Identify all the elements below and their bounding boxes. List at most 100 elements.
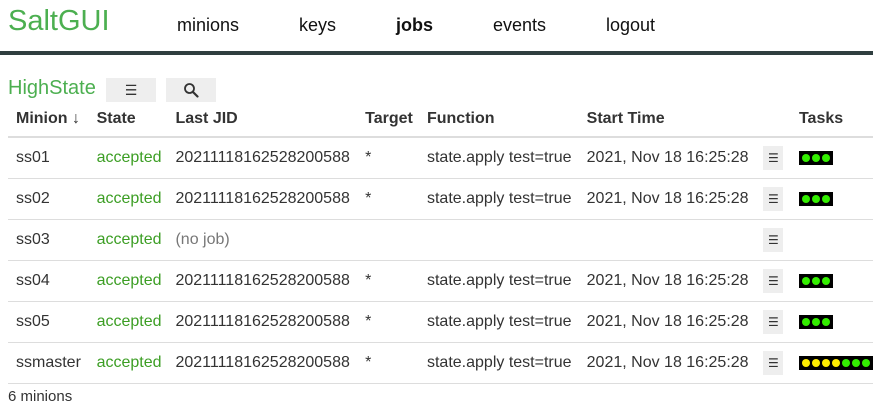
last-jid-cell: 20211118162528200588 <box>167 342 358 384</box>
last-jid-cell: 20211118162528200588 <box>167 260 358 302</box>
task-yellow-dot <box>831 359 840 367</box>
task-status-bar[interactable] <box>798 274 833 288</box>
minion-cell: ss04 <box>8 260 89 302</box>
state-cell: accepted <box>88 301 168 343</box>
task-green-dot <box>801 154 810 162</box>
task-green-dot <box>801 277 810 285</box>
state-cell: accepted <box>88 219 168 261</box>
function-cell: state.apply test=true <box>418 178 579 220</box>
col-tasks-header[interactable]: Tasks <box>790 102 873 138</box>
task-green-dot <box>821 318 830 326</box>
row-menu-button[interactable]: ☰ <box>763 269 784 293</box>
col-last-jid-header[interactable]: Last JID <box>167 102 358 138</box>
task-green-dot <box>811 195 820 203</box>
target-cell: * <box>357 178 419 220</box>
row-menu-cell: ☰ <box>755 301 791 343</box>
task-status-bar[interactable] <box>798 192 833 206</box>
task-status-bar[interactable] <box>798 315 833 329</box>
search-icon <box>184 83 199 98</box>
task-green-dot <box>851 359 860 367</box>
function-cell <box>418 219 579 261</box>
minion-cell: ss03 <box>8 219 89 261</box>
state-cell: accepted <box>88 260 168 302</box>
last-jid-cell: 20211118162528200588 <box>167 301 358 343</box>
task-green-dot <box>811 154 820 162</box>
task-green-dot <box>801 318 810 326</box>
state-cell: accepted <box>88 342 168 384</box>
row-menu-button[interactable]: ☰ <box>763 187 784 211</box>
row-menu-button[interactable]: ☰ <box>763 310 784 334</box>
function-cell: state.apply test=true <box>418 301 579 343</box>
task-green-dot <box>811 318 820 326</box>
tasks-cell <box>790 137 873 179</box>
table-row[interactable]: ss05 accepted 20211118162528200588 * state.a… <box>8 301 873 343</box>
brand-logo[interactable]: SaltGUI <box>8 5 110 38</box>
start-time-cell: 2021, Nov 18 16:25:28 <box>578 178 756 220</box>
minion-cell: ss02 <box>8 178 89 220</box>
start-time-cell <box>578 219 756 261</box>
row-menu-cell: ☰ <box>755 178 791 220</box>
col-start-time-header[interactable]: Start Time <box>578 102 756 138</box>
row-menu-button[interactable]: ☰ <box>763 228 784 252</box>
start-time-cell: 2021, Nov 18 16:25:28 <box>578 342 756 384</box>
task-yellow-dot <box>821 359 830 367</box>
nav-logout[interactable]: logout <box>606 15 655 36</box>
minions-table: Minion ↓ State Last JID Target Function Start… <box>8 102 873 384</box>
table-row[interactable]: ss02 accepted 20211118162528200588 * state.a… <box>8 178 873 220</box>
nav-keys[interactable]: keys <box>299 15 336 36</box>
function-cell: state.apply test=true <box>418 137 579 179</box>
task-green-dot <box>861 359 870 367</box>
task-green-dot <box>841 359 850 367</box>
minion-count: 6 minions <box>8 388 73 405</box>
row-menu-button[interactable]: ☰ <box>763 351 784 375</box>
last-jid-cell: (no job) <box>167 219 358 261</box>
nav-events[interactable]: events <box>493 15 546 36</box>
tasks-cell <box>790 342 873 384</box>
task-green-dot <box>811 277 820 285</box>
last-jid-cell: 20211118162528200588 <box>167 178 358 220</box>
tasks-cell <box>790 260 873 302</box>
col-state-header[interactable]: State <box>88 102 168 138</box>
row-menu-cell: ☰ <box>755 219 791 261</box>
col-target-header[interactable]: Target <box>357 102 419 138</box>
task-yellow-dot <box>801 359 810 367</box>
minion-cell: ssmaster <box>8 342 89 384</box>
search-button[interactable] <box>166 78 216 102</box>
tasks-cell <box>790 301 873 343</box>
start-time-cell: 2021, Nov 18 16:25:28 <box>578 137 756 179</box>
task-status-bar[interactable] <box>798 151 833 165</box>
row-menu-cell: ☰ <box>755 137 791 179</box>
col-menu-header[interactable] <box>755 102 791 138</box>
target-cell: * <box>357 342 419 384</box>
task-green-dot <box>821 277 830 285</box>
task-status-bar[interactable] <box>798 356 873 370</box>
table-row[interactable]: ss03 accepted (no job) ☰ <box>8 219 873 261</box>
minion-cell: ss05 <box>8 301 89 343</box>
col-function-header[interactable]: Function <box>418 102 579 138</box>
row-menu-cell: ☰ <box>755 260 791 302</box>
table-row[interactable]: ss01 accepted 20211118162528200588 * state.a… <box>8 137 873 179</box>
last-jid-cell: 20211118162528200588 <box>167 137 358 179</box>
table-row[interactable]: ssmaster accepted 20211118162528200588 * sta… <box>8 342 873 384</box>
minion-cell: ss01 <box>8 137 89 179</box>
table-row[interactable]: ss04 accepted 20211118162528200588 * state.a… <box>8 260 873 302</box>
target-cell: * <box>357 260 419 302</box>
task-green-dot <box>821 154 830 162</box>
state-cell: accepted <box>88 137 168 179</box>
start-time-cell: 2021, Nov 18 16:25:28 <box>578 301 756 343</box>
task-yellow-dot <box>811 359 820 367</box>
page-title: HighState <box>8 77 96 99</box>
start-time-cell: 2021, Nov 18 16:25:28 <box>578 260 756 302</box>
target-cell: * <box>357 301 419 343</box>
row-menu-button[interactable]: ☰ <box>763 146 784 170</box>
nav-jobs[interactable]: jobs <box>396 15 433 36</box>
tasks-cell <box>790 178 873 220</box>
table-header-row: Minion ↓ State Last JID Target Function Start… <box>8 102 873 138</box>
col-minion-header[interactable]: Minion ↓ <box>8 102 89 138</box>
row-menu-cell: ☰ <box>755 342 791 384</box>
function-cell: state.apply test=true <box>418 342 579 384</box>
state-cell: accepted <box>88 178 168 220</box>
menu-button[interactable]: ☰ <box>106 78 156 102</box>
tasks-cell <box>790 219 873 261</box>
nav-minions[interactable]: minions <box>177 15 239 36</box>
